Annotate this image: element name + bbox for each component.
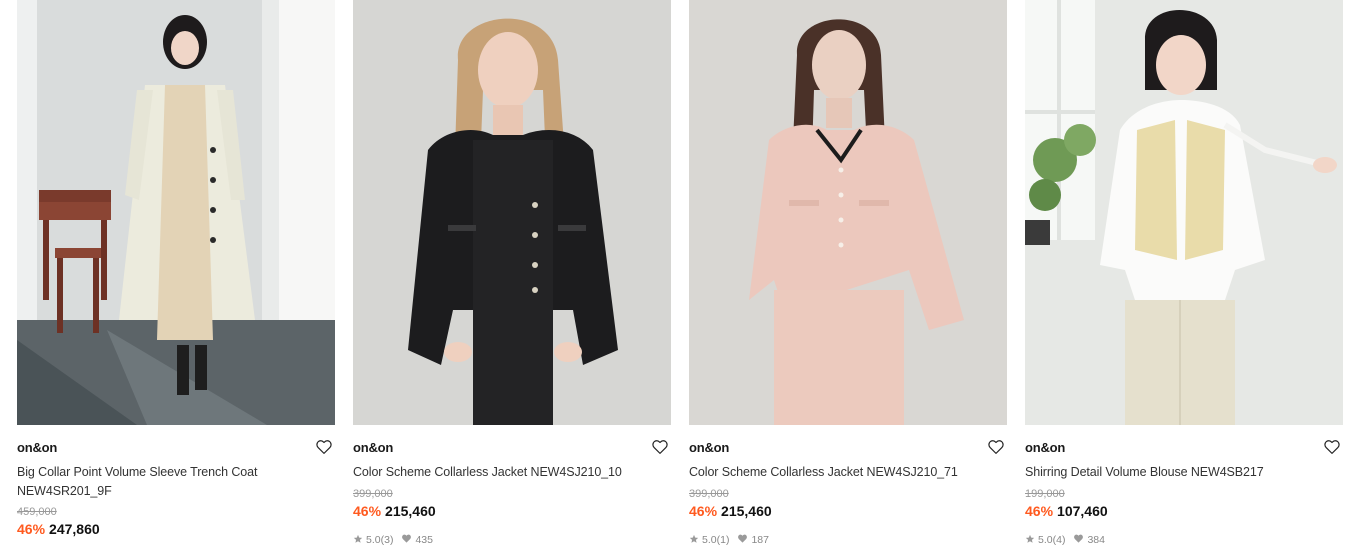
wishlist-heart-icon[interactable]: [651, 438, 669, 456]
product-name[interactable]: Big Collar Point Volume Sleeve Trench Co…: [17, 463, 317, 501]
product-image[interactable]: [17, 0, 335, 425]
review-count: (3): [380, 534, 394, 546]
discount-rate: 46%: [689, 503, 718, 519]
price-row: 46% 247,860: [17, 521, 100, 537]
sale-price: 247,860: [49, 521, 100, 537]
rating-value: 5.0: [702, 534, 717, 546]
wishlist-heart-icon[interactable]: [315, 438, 333, 456]
original-price: 459,000: [17, 506, 57, 518]
product-card[interactable]: on&on Shirring Detail Volume Blouse NEW4…: [1025, 0, 1343, 548]
product-meta: 5.0 (4) 384: [1025, 533, 1105, 547]
original-price: 399,000: [689, 488, 729, 500]
original-price: 399,000: [353, 488, 393, 500]
rating-value: 5.0: [1038, 534, 1053, 546]
discount-rate: 46%: [353, 503, 382, 519]
wishlist-heart-icon[interactable]: [1323, 438, 1341, 456]
product-meta: 5.0 (3) 435: [353, 533, 433, 547]
heart-filled-icon: [1073, 533, 1084, 547]
brand-row: on&on: [689, 438, 1007, 458]
review-count: (1): [716, 534, 730, 546]
rating-value: 5.0: [366, 534, 381, 546]
product-grid: on&on Big Collar Point Volume Sleeve Tre…: [0, 0, 1347, 548]
price-row: 46% 107,460: [1025, 503, 1108, 519]
product-name[interactable]: Color Scheme Collarless Jacket NEW4SJ210…: [353, 463, 653, 482]
brand-row: on&on: [1025, 438, 1343, 458]
product-card[interactable]: on&on Color Scheme Collarless Jacket NEW…: [353, 0, 671, 548]
sale-price: 107,460: [1057, 503, 1108, 519]
star-icon: [353, 534, 363, 547]
brand-name[interactable]: on&on: [17, 440, 57, 455]
original-price: 199,000: [1025, 488, 1065, 500]
brand-name[interactable]: on&on: [353, 440, 393, 455]
like-count: 384: [1087, 534, 1105, 546]
like-count: 187: [751, 534, 769, 546]
price-row: 46% 215,460: [353, 503, 436, 519]
sale-price: 215,460: [721, 503, 772, 519]
heart-filled-icon: [401, 533, 412, 547]
discount-rate: 46%: [1025, 503, 1054, 519]
product-meta: 5.0 (1) 187: [689, 533, 769, 547]
star-icon: [1025, 534, 1035, 547]
product-image[interactable]: [689, 0, 1007, 425]
product-card[interactable]: on&on Big Collar Point Volume Sleeve Tre…: [17, 0, 335, 548]
brand-row: on&on: [353, 438, 671, 458]
product-name[interactable]: Color Scheme Collarless Jacket NEW4SJ210…: [689, 463, 989, 482]
like-count: 435: [415, 534, 433, 546]
brand-name[interactable]: on&on: [1025, 440, 1065, 455]
brand-row: on&on: [17, 438, 335, 458]
price-row: 46% 215,460: [689, 503, 772, 519]
brand-name[interactable]: on&on: [689, 440, 729, 455]
product-image[interactable]: [1025, 0, 1343, 425]
product-name[interactable]: Shirring Detail Volume Blouse NEW4SB217: [1025, 463, 1325, 482]
product-image[interactable]: [353, 0, 671, 425]
wishlist-heart-icon[interactable]: [987, 438, 1005, 456]
star-icon: [689, 534, 699, 547]
review-count: (4): [1052, 534, 1066, 546]
product-card[interactable]: on&on Color Scheme Collarless Jacket NEW…: [689, 0, 1007, 548]
discount-rate: 46%: [17, 521, 46, 537]
sale-price: 215,460: [385, 503, 436, 519]
heart-filled-icon: [737, 533, 748, 547]
